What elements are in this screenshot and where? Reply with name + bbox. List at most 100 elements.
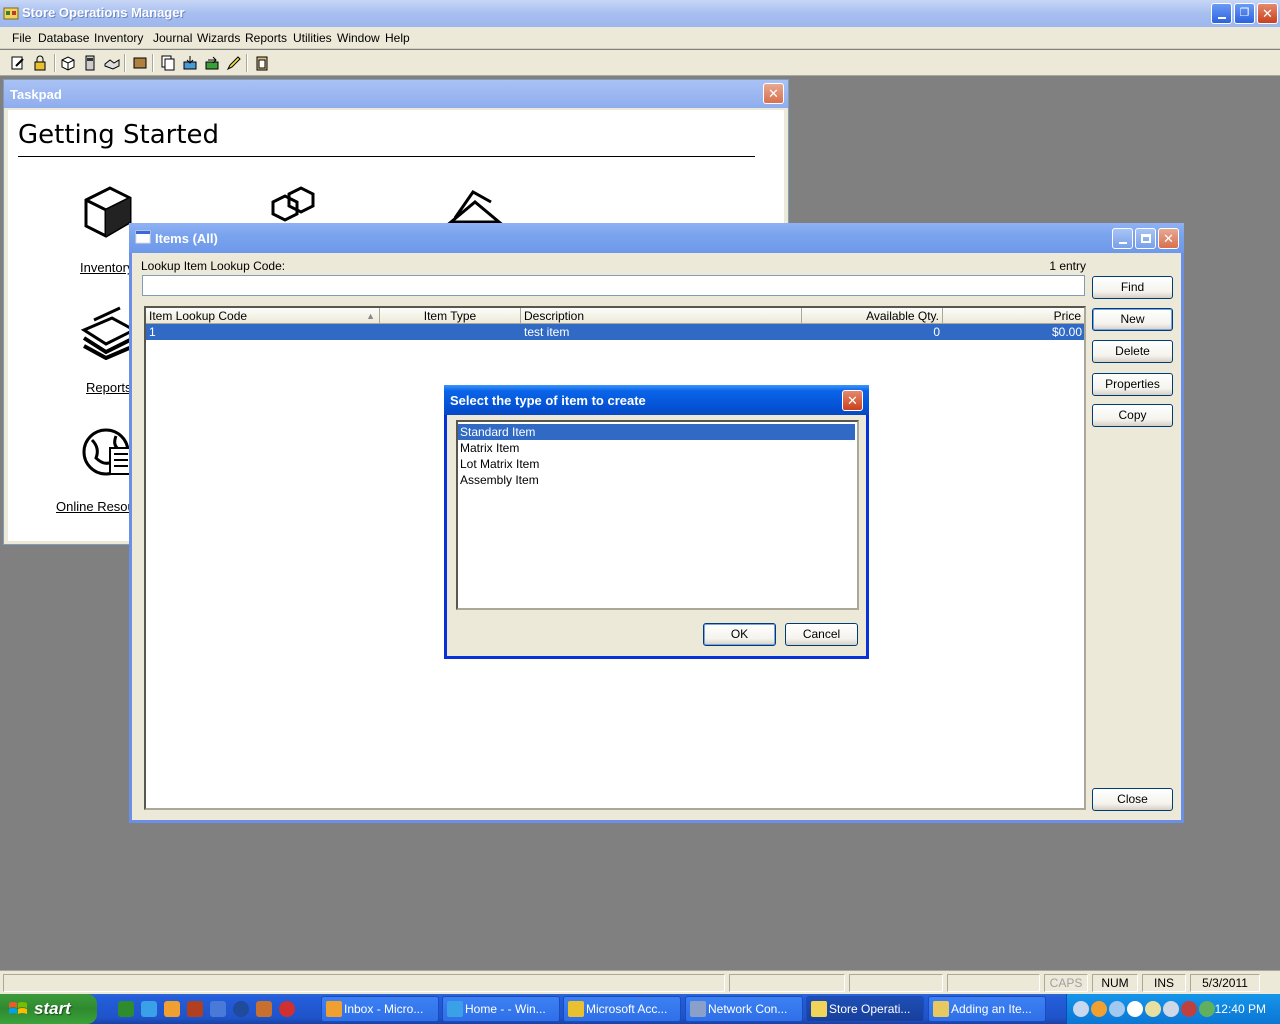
transfer-icon[interactable] [202,53,222,73]
windows-logo-icon [9,1002,27,1014]
handshake-icon[interactable] [102,53,122,73]
item-type-listbox[interactable]: Standard Item Matrix Item Lot Matrix Ite… [456,420,859,610]
lock-icon[interactable] [30,53,50,73]
start-button[interactable]: start [0,994,97,1024]
items-maximize-button[interactable] [1135,228,1156,249]
list-item-standard[interactable]: Standard Item [458,424,855,440]
task-label: Microsoft Acc... [586,1002,668,1016]
edit-document-icon[interactable] [8,53,28,73]
tray-search-icon[interactable] [1109,1001,1125,1017]
lookup-input[interactable] [142,275,1085,296]
clock: 12:40 PM [1214,1002,1266,1016]
pencil-icon[interactable] [224,53,244,73]
new-button[interactable]: New [1092,308,1173,331]
close-icon: ✕ [1163,231,1174,246]
minimize-button[interactable] [1211,3,1232,24]
quicklaunch-red-icon[interactable] [279,1001,295,1017]
tray-app-icon[interactable] [1199,1001,1215,1017]
dialog-close-button[interactable]: ✕ [842,390,863,411]
select-item-type-dialog: Select the type of item to create ✕ Stan… [444,385,869,659]
quicklaunch-media-icon[interactable] [233,1001,249,1017]
quicklaunch-app-icon[interactable] [210,1001,226,1017]
taskbar-item-inbox[interactable]: Inbox - Micro... [321,996,439,1022]
menu-wizards[interactable]: Wizards [197,31,240,45]
menu-file[interactable]: File [12,31,31,45]
column-price[interactable]: Price [943,308,1085,324]
menu-database[interactable]: Database [38,31,89,45]
column-item-type[interactable]: Item Type [380,308,521,324]
taskpad-title-bar[interactable]: Taskpad ✕ [4,80,788,108]
getting-started-heading: Getting Started [18,120,220,150]
menu-help[interactable]: Help [385,31,410,45]
find-button[interactable]: Find [1092,276,1173,299]
column-label: Item Lookup Code [149,309,248,323]
taskpad-close-button[interactable]: ✕ [763,83,784,104]
tray-outlook-icon[interactable] [1091,1001,1107,1017]
close-button[interactable]: Close [1092,788,1173,811]
properties-button[interactable]: Properties [1092,373,1173,396]
column-item-lookup-code[interactable]: Item Lookup Code ▲ [146,308,380,324]
heading-divider [18,156,755,157]
items-title-bar[interactable]: Items (All) ✕ [129,223,1184,253]
menu-journal[interactable]: Journal [153,31,192,45]
tray-display-icon[interactable] [1163,1001,1179,1017]
quicklaunch-bottle-icon[interactable] [256,1001,272,1017]
items-close-button[interactable]: ✕ [1158,228,1179,249]
tray-info-icon[interactable] [1127,1001,1143,1017]
close-app-button[interactable]: ✕ [1257,3,1278,24]
tray-security-icon[interactable] [1181,1001,1197,1017]
close-icon: ✕ [847,393,858,408]
dialog-title: Select the type of item to create [450,393,646,408]
quicklaunch-ie-icon[interactable] [141,1001,157,1017]
taskbar-item-microsoft-acc[interactable]: Microsoft Acc... [563,996,681,1022]
receive-icon[interactable] [180,53,200,73]
ok-button[interactable]: OK [703,623,776,646]
cancel-button[interactable]: Cancel [785,623,858,646]
book-icon[interactable] [130,53,150,73]
inventory-link[interactable]: Inventory [80,260,133,275]
list-item-assembly[interactable]: Assembly Item [458,472,855,488]
quicklaunch-outlook-icon[interactable] [164,1001,180,1017]
taskbar-item-home[interactable]: Home - - Win... [442,996,560,1022]
menu-utilities[interactable]: Utilities [293,31,332,45]
task-label: Adding an Ite... [951,1002,1032,1016]
column-description[interactable]: Description [521,308,802,324]
tray-network-icon[interactable] [1073,1001,1089,1017]
grid-header: Item Lookup Code ▲ Item Type Description … [146,308,1085,324]
taskbar-item-store-operations[interactable]: Store Operati... [806,996,924,1022]
table-row[interactable]: 1 test item 0 $0.00 [146,324,1084,340]
cell-type [380,324,521,340]
items-minimize-button[interactable] [1112,228,1133,249]
task-label: Store Operati... [829,1002,911,1016]
minimize-icon [1118,241,1127,244]
quicklaunch-tree-icon[interactable] [118,1001,134,1017]
task-label: Home - - Win... [465,1002,546,1016]
app-title-bar[interactable]: Store Operations Manager ❐ ✕ [0,0,1280,27]
status-pane [947,974,1040,992]
quicklaunch-tool-icon[interactable] [187,1001,203,1017]
sort-ascending-icon: ▲ [366,311,375,321]
restore-button[interactable]: ❐ [1234,3,1255,24]
column-available-qty[interactable]: Available Qty. [802,308,943,324]
delete-button[interactable]: Delete [1092,340,1173,363]
items-title: Items (All) [155,231,218,246]
cell-qty: 0 [933,325,940,339]
copy-pages-icon[interactable] [158,53,178,73]
network-icon [690,1001,706,1017]
reports-link[interactable]: Reports [86,380,132,395]
dialog-title-bar[interactable]: Select the type of item to create ✕ [444,385,869,415]
app-title: Store Operations Manager [22,5,185,20]
item-box-icon[interactable] [58,53,78,73]
list-item-lot-matrix[interactable]: Lot Matrix Item [458,456,855,472]
menu-reports[interactable]: Reports [245,31,287,45]
tray-messenger-icon[interactable] [1145,1001,1161,1017]
copy-button[interactable]: Copy [1092,404,1173,427]
menu-inventory[interactable]: Inventory [94,31,143,45]
taskbar-item-adding-item[interactable]: Adding an Ite... [928,996,1046,1022]
menu-bar: File Database Inventory Journal Wizards … [0,27,1280,49]
taskbar-item-network[interactable]: Network Con... [685,996,803,1022]
register-icon[interactable] [80,53,100,73]
list-item-matrix[interactable]: Matrix Item [458,440,855,456]
menu-window[interactable]: Window [337,31,380,45]
clipboard-icon[interactable] [252,53,272,73]
